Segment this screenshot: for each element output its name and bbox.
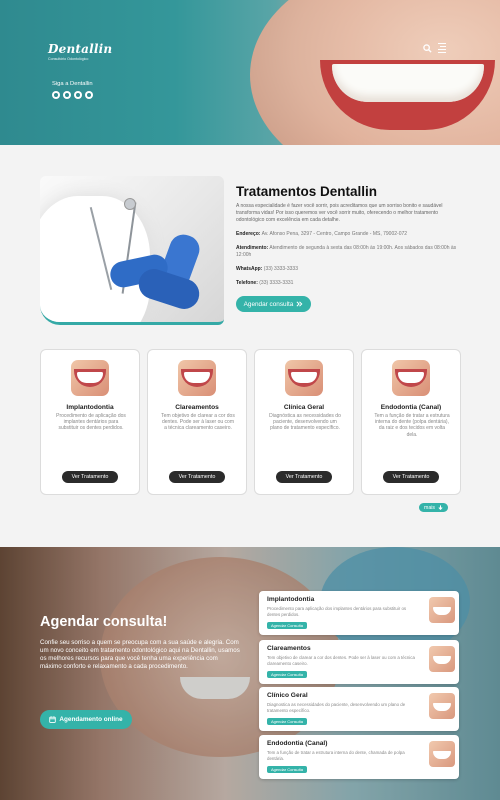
facebook-icon[interactable] bbox=[63, 91, 71, 99]
online-booking-button[interactable]: Agendamento online bbox=[40, 710, 132, 729]
treatment-cards: Implantodontia Procedimento de aplicação… bbox=[40, 349, 461, 495]
treatment-card: Endodontia (Canal) Tem a função de trata… bbox=[361, 349, 461, 495]
instagram-icon[interactable] bbox=[52, 91, 60, 99]
book-service-button[interactable]: Agendar Consulta bbox=[267, 671, 307, 678]
service-description: Procedimento para aplicação dos implante… bbox=[267, 606, 407, 617]
view-treatment-button[interactable]: Ver Tratamento bbox=[383, 471, 439, 483]
treatments-title: Tratamentos Dentallin bbox=[236, 184, 378, 199]
service-description: Tem a função de tratar a estrutura inter… bbox=[267, 750, 405, 761]
treatments-photo bbox=[40, 176, 224, 325]
service-image bbox=[429, 597, 455, 623]
brand-logo[interactable]: Dentallin Consultório Odontológico bbox=[48, 42, 112, 61]
service-title: Clareamentos bbox=[267, 645, 311, 652]
service-title: Clínico Geral bbox=[267, 692, 308, 699]
service-image bbox=[429, 693, 455, 719]
treatment-card-image bbox=[285, 360, 323, 396]
treatments-description: A nossa especialidade é fazer você sorri… bbox=[236, 203, 443, 223]
treatment-card: Clínica Geral Diagnóstica as necessidade… bbox=[254, 349, 354, 495]
calendar-icon bbox=[49, 716, 57, 723]
treatment-card-image bbox=[71, 360, 109, 396]
whatsapp-icon[interactable] bbox=[85, 91, 93, 99]
social-links bbox=[52, 91, 93, 99]
service-description: Tem objetivo de clarear a cor dos dentes… bbox=[267, 655, 415, 666]
follow-label: Siga a Dentallin bbox=[52, 81, 93, 87]
hero-banner bbox=[0, 0, 500, 145]
service-item: Endodontia (Canal) Tem a função de trata… bbox=[259, 735, 459, 779]
treatment-card: Clareamentos Tem objetivo de clarear a c… bbox=[147, 349, 247, 495]
hero-photo-teeth bbox=[332, 64, 484, 102]
treatment-card-title: Endodontia (Canal) bbox=[380, 404, 442, 411]
service-title: Implantodontia bbox=[267, 596, 315, 603]
service-item: Implantodontia Procedimento para aplicaç… bbox=[259, 591, 459, 635]
youtube-icon[interactable] bbox=[74, 91, 82, 99]
address-info: Endereço: Av. Afonso Pena, 3297 - Centro… bbox=[236, 231, 408, 237]
treatment-card-title: Implantodontia bbox=[66, 404, 114, 411]
treatment-card: Implantodontia Procedimento de aplicação… bbox=[40, 349, 140, 495]
appointment-title: Agendar consulta! bbox=[40, 614, 168, 630]
search-icon[interactable] bbox=[423, 43, 432, 53]
view-treatment-button[interactable]: Ver Tratamento bbox=[62, 471, 118, 483]
hours-info: Atendimento: Atendimento de segunda à se… bbox=[236, 245, 457, 258]
view-treatment-button[interactable]: Ver Tratamento bbox=[169, 471, 225, 483]
service-item: Clínico Geral Diagnostica as necessidade… bbox=[259, 687, 459, 731]
service-item: Clareamentos Tem objetivo de clarear a c… bbox=[259, 640, 459, 684]
service-image bbox=[429, 741, 455, 767]
treatment-card-image bbox=[178, 360, 216, 396]
double-chevron-right-icon bbox=[296, 301, 303, 307]
brand-subtitle: Consultório Odontológico bbox=[48, 57, 89, 61]
treatment-card-title: Clareamentos bbox=[175, 404, 219, 411]
brand-name: Dentallin bbox=[48, 42, 113, 56]
arrow-down-icon bbox=[438, 505, 443, 510]
service-title: Endodontia (Canal) bbox=[267, 740, 328, 747]
schedule-appointment-button[interactable]: Agendar consulta bbox=[236, 296, 311, 312]
more-button[interactable]: mais bbox=[419, 503, 448, 512]
treatment-card-image bbox=[392, 360, 430, 396]
treatment-card-title: Clínica Geral bbox=[283, 404, 325, 411]
service-image bbox=[429, 646, 455, 672]
book-service-button[interactable]: Agendar Consulta bbox=[267, 766, 307, 773]
appointment-description: Confie seu sorriso a quem se preocupa co… bbox=[40, 639, 240, 670]
hero-actions bbox=[423, 43, 446, 54]
treatment-card-description: Tem objetivo de clarear a cor dos dentes… bbox=[161, 413, 235, 432]
treatment-card-description: Tem a função de tratar a estrutura inter… bbox=[374, 413, 450, 438]
view-treatment-button[interactable]: Ver Tratamento bbox=[276, 471, 332, 483]
book-service-button[interactable]: Agendar Consulta bbox=[267, 622, 307, 629]
service-description: Diagnostica as necessidades do paciente,… bbox=[267, 702, 406, 713]
menu-icon[interactable] bbox=[438, 43, 446, 54]
book-service-button[interactable]: Agendar Consulta bbox=[267, 718, 307, 725]
whatsapp-info: WhatsApp: (33) 3333-3333 bbox=[236, 266, 298, 272]
treatment-card-description: Procedimento de aplicação dos implantes … bbox=[56, 413, 126, 432]
treatment-card-description: Diagnóstica as necessidades do paciente,… bbox=[269, 413, 341, 432]
phone-info: Telefone: (33) 3333-3331 bbox=[236, 280, 294, 286]
